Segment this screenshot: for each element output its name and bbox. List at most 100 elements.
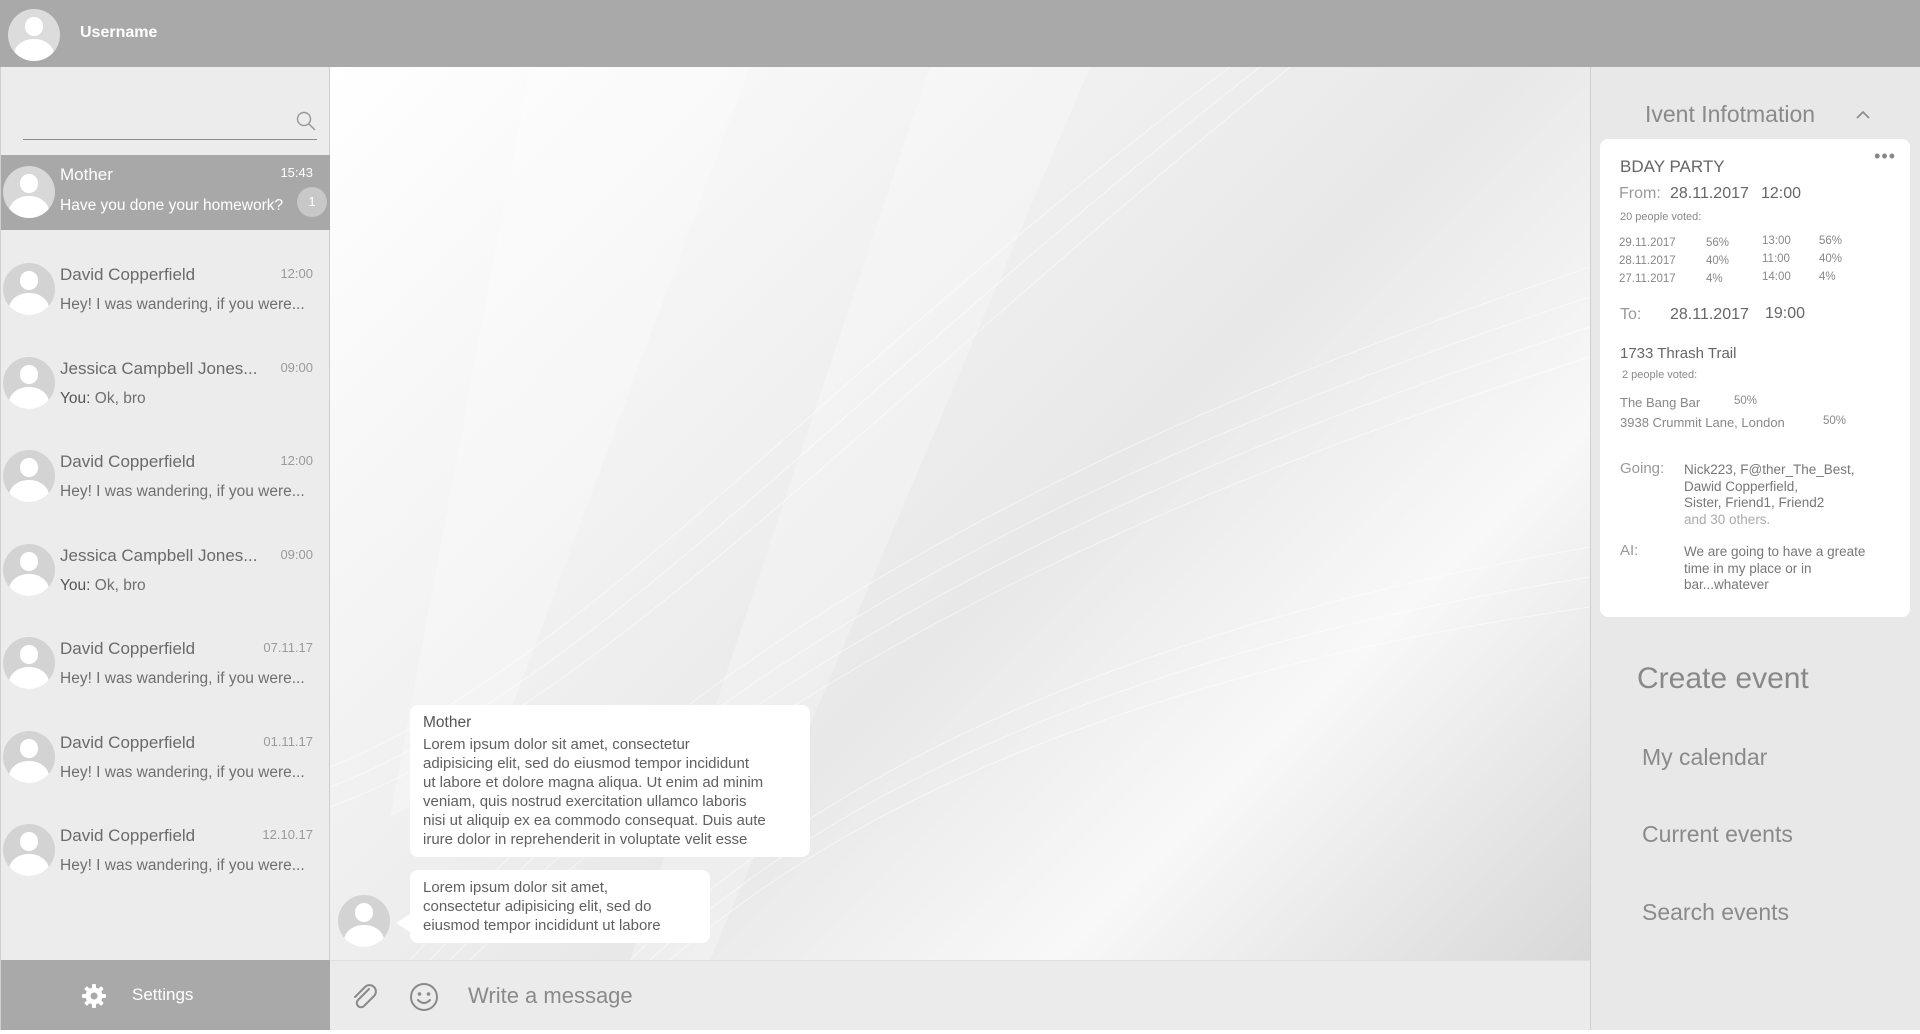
ai-label: AI: <box>1620 542 1639 559</box>
preview-text: Hey! I was wandering, if you were... <box>60 670 305 687</box>
chat-preview: Hey! I was wandering, if you were... <box>60 857 310 875</box>
chat-list: Mother 15:43 Have you done your homework… <box>1 155 331 903</box>
going-line: Dawid Copperfield, <box>1684 478 1799 494</box>
going-more[interactable]: and 30 others. <box>1684 512 1855 529</box>
vote-time-percent: 56% <box>1819 235 1843 247</box>
vote-date: 27.11.2017 <box>1619 273 1676 285</box>
message-line: Lorem ipsum dolor sit amet, <box>423 879 609 896</box>
message-bubble[interactable]: Mother Lorem ipsum dolor sit amet, conse… <box>410 705 810 857</box>
event-panel: Ivent Infotmation ••• BDAY PARTY From: 2… <box>1590 67 1920 1030</box>
from-time: 12:00 <box>1761 185 1802 202</box>
from-date: 28.11.2017 <box>1670 185 1749 202</box>
preview-text: Hey! I was wandering, if you were... <box>60 857 305 874</box>
search-input[interactable] <box>23 100 283 140</box>
vote-time-percent: 40% <box>1819 253 1843 265</box>
vote-place: 3938 Crummit Lane, London <box>1620 415 1785 430</box>
chevron-up-icon[interactable] <box>1855 110 1871 120</box>
to-time: 19:00 <box>1765 305 1806 322</box>
settings-button[interactable]: Settings <box>1 960 331 1030</box>
chat-item[interactable]: Mother 15:43 Have you done your homework… <box>1 155 331 230</box>
chat-item[interactable]: Jessica Campbell Jones... 09:00 You: Ok,… <box>1 529 331 623</box>
message-line: nisi ut aliquip ex ea commodo consequat.… <box>423 812 766 829</box>
chat-preview: Hey! I was wandering, if you were... <box>60 296 310 314</box>
my-calendar-link[interactable]: My calendar <box>1642 744 1767 771</box>
going-line: Nick223, F@ther_The_Best, <box>1684 462 1855 477</box>
chat-preview: Have you done your homework? <box>60 197 284 214</box>
vote-place-percent: 50% <box>1823 415 1847 427</box>
message-composer <box>330 960 1590 1030</box>
chat-item[interactable]: David Copperfield 01.11.17 Hey! I was wa… <box>1 716 331 810</box>
search-box <box>23 100 317 140</box>
event-info-header[interactable]: Ivent Infotmation <box>1645 101 1815 128</box>
chat-time: 15:43 <box>280 165 313 180</box>
user-avatar[interactable] <box>8 9 60 61</box>
search-icon[interactable] <box>295 110 317 132</box>
from-label: From: <box>1619 185 1661 202</box>
vote-place: The Bang Bar <box>1620 395 1701 410</box>
username-label[interactable]: Username <box>80 24 157 42</box>
chat-time: 01.11.17 <box>263 733 313 749</box>
paperclip-icon[interactable] <box>348 981 380 1013</box>
gear-icon <box>82 984 106 1008</box>
preview-text: Ok, bro <box>90 576 146 594</box>
vote-date-percent: 4% <box>1706 273 1723 285</box>
to-label: To: <box>1620 306 1642 323</box>
top-bar: Username <box>0 0 1920 67</box>
sender-avatar[interactable] <box>338 895 390 947</box>
search-events-link[interactable]: Search events <box>1642 899 1789 926</box>
vote-date: 29.11.2017 <box>1619 237 1676 249</box>
you-label: You: <box>60 389 91 407</box>
more-options-icon[interactable]: ••• <box>1874 147 1896 165</box>
chat-item[interactable]: David Copperfield 12:00 Hey! I was wande… <box>1 248 331 342</box>
message-line: irure dolor in reprehenderit in voluptat… <box>423 831 748 848</box>
chat-item[interactable]: David Copperfield 12:00 Hey! I was wande… <box>1 435 331 529</box>
chat-name: David Copperfield <box>60 265 196 284</box>
current-events-link[interactable]: Current events <box>1642 821 1793 848</box>
message-input[interactable] <box>468 975 1548 1017</box>
chat-item[interactable]: Jessica Campbell Jones... 09:00 You: Ok,… <box>1 342 331 436</box>
emoji-icon[interactable] <box>408 981 440 1013</box>
vote-time: 13:00 <box>1762 235 1791 247</box>
chat-preview: Hey! I was wandering, if you were... <box>60 483 310 501</box>
create-event-button[interactable]: Create event <box>1637 662 1809 696</box>
to-date: 28.11.2017 <box>1670 306 1749 323</box>
avatar <box>3 356 55 409</box>
vote-date-percent: 40% <box>1706 255 1730 267</box>
chat-name: Mother <box>60 165 113 184</box>
chat-time: 07.11.17 <box>263 640 313 655</box>
settings-label: Settings <box>132 985 194 1004</box>
message-line: veniam, quis nostrud exercitation ullamc… <box>423 793 747 810</box>
chat-item[interactable]: David Copperfield 12.10.17 Hey! I was wa… <box>1 809 331 903</box>
going-list[interactable]: Nick223, F@ther_The_Best, Dawid Copperfi… <box>1684 462 1855 528</box>
chat-name: David Copperfield <box>60 639 196 658</box>
ai-line: time in my place or in <box>1684 560 1812 576</box>
you-label: You: <box>60 576 91 594</box>
vote-time: 11:00 <box>1762 253 1790 265</box>
vote-place-percent: 50% <box>1734 395 1758 407</box>
event-card: ••• BDAY PARTY From: 28.11.2017 12:00 20… <box>1600 139 1910 617</box>
chat-preview: You: Ok, bro <box>60 577 310 595</box>
ai-line: bar...whatever <box>1684 577 1769 592</box>
chat-preview: Hey! I was wandering, if you were... <box>60 764 310 782</box>
chat-time: 09:00 <box>280 359 313 375</box>
message-bubble[interactable]: Lorem ipsum dolor sit amet, consectetur … <box>396 870 710 943</box>
going-label: Going: <box>1620 460 1665 477</box>
preview-text: Hey! I was wandering, if you were... <box>60 296 305 313</box>
event-location: 1733 Thrash Trail <box>1620 345 1737 362</box>
message-line: adipisicing elit, sed do eiusmod tempor … <box>423 755 750 772</box>
vote-date: 28.11.2017 <box>1619 255 1676 267</box>
preview-text: Ok, bro <box>90 389 146 407</box>
unread-badge: 1 <box>297 187 327 217</box>
avatar <box>3 824 55 876</box>
message-line: ut labore et dolore magna aliqua. Ut eni… <box>423 774 764 791</box>
avatar <box>3 543 55 596</box>
chat-name: Jessica Campbell Jones... <box>60 358 258 378</box>
chat-time: 12:00 <box>280 266 313 281</box>
avatar <box>3 730 55 783</box>
message-line: Lorem ipsum dolor sit amet, consectetur <box>423 736 690 753</box>
chat-time: 12.10.17 <box>262 827 313 842</box>
message-line: consectetur adipisicing elit, sed do <box>423 898 652 915</box>
chat-name: Jessica Campbell Jones... <box>60 545 258 565</box>
chat-item[interactable]: David Copperfield 07.11.17 Hey! I was wa… <box>1 622 331 716</box>
location-votes-label: 2 people voted: <box>1622 369 1698 381</box>
